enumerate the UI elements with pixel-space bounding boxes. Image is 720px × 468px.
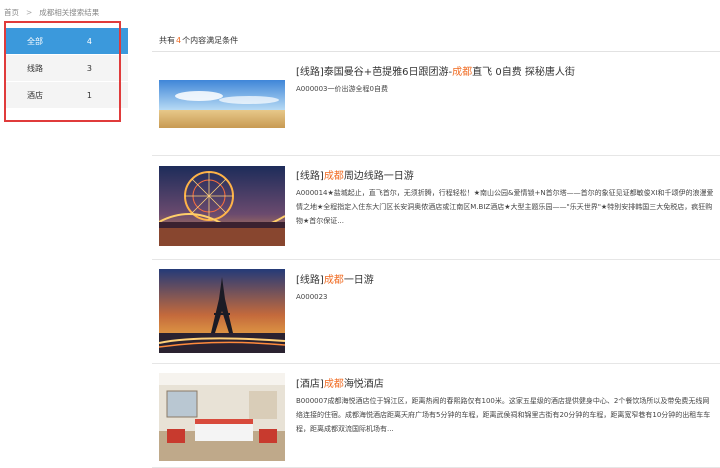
sidebar-item-count: 3 <box>86 63 92 73</box>
eiffel-tower-image-icon[interactable] <box>159 269 285 353</box>
result-title[interactable]: [线路]成都周边线路一日游 <box>296 167 414 182</box>
result-item[interactable]: [酒店]成都海悦酒店 B000007成都海悦酒店位于锦江区，距离热闹的春熙路仅有… <box>152 364 720 468</box>
result-title[interactable]: [线路]泰国曼谷+芭提雅6日跟团游-成都直飞 0自费 探秘唐人街 <box>296 63 575 78</box>
title-prefix: [线路]泰国曼谷+芭提雅6日跟团游- <box>296 67 453 78</box>
sidebar-item-label: 全部 <box>27 36 43 46</box>
title-keyword: 成都 <box>452 67 473 78</box>
hotel-room-image-icon[interactable] <box>159 373 285 461</box>
breadcrumb: 首页 > 成都相关搜索结果 <box>4 7 99 18</box>
category-sidebar: 全部 4 线路 3 酒店 1 <box>6 28 128 109</box>
title-suffix: 直飞 0自费 探秘唐人街 <box>472 67 575 78</box>
sidebar-item-hotel[interactable]: 酒店 1 <box>6 82 128 109</box>
title-prefix: [线路] <box>296 171 324 182</box>
summary-suffix: 个内容满足条件 <box>182 36 239 45</box>
result-title[interactable]: [酒店]成都海悦酒店 <box>296 375 384 390</box>
sidebar-item-label: 线路 <box>27 63 43 73</box>
result-item[interactable]: [线路]成都周边线路一日游 A000014★盐城起止，直飞首尔，无须折腾，行程轻… <box>152 156 720 260</box>
search-results: 共有4个内容满足条件 [线路]泰国曼谷+芭提雅6日跟团游-成都直飞 0自费 探秘… <box>152 26 720 468</box>
title-prefix: [线路] <box>296 275 324 286</box>
ferris-wheel-image-icon[interactable] <box>159 166 285 246</box>
breadcrumb-separator: > <box>26 8 33 17</box>
results-count: 4 <box>176 36 182 45</box>
results-summary: 共有4个内容满足条件 <box>152 26 720 52</box>
result-title[interactable]: [线路]成都一日游 <box>296 271 374 286</box>
summary-prefix: 共有 <box>159 36 175 45</box>
title-suffix: 周边线路一日游 <box>343 171 414 182</box>
beach-image-icon[interactable] <box>159 80 285 128</box>
result-item[interactable]: [线路]成都一日游 A000023 <box>152 260 720 364</box>
title-keyword: 成都 <box>323 379 344 390</box>
title-keyword: 成都 <box>323 275 344 286</box>
breadcrumb-home-link[interactable]: 首页 <box>4 8 19 17</box>
breadcrumb-current: 成都相关搜索结果 <box>39 8 100 17</box>
result-description: A000014★盐城起止，直飞首尔，无须折腾，行程轻松！★南山公园&爱情锁+N首… <box>296 189 714 225</box>
result-item[interactable]: [线路]泰国曼谷+芭提雅6日跟团游-成都直飞 0自费 探秘唐人街 A000003… <box>152 52 720 156</box>
result-description: A000023 <box>296 293 328 301</box>
title-keyword: 成都 <box>323 171 344 182</box>
title-prefix: [酒店] <box>296 379 324 390</box>
title-suffix: 海悦酒店 <box>343 379 384 390</box>
sidebar-item-all[interactable]: 全部 4 <box>6 28 128 55</box>
sidebar-item-count: 4 <box>86 36 92 46</box>
result-description: A000003一价出游全程0自费 <box>296 85 388 93</box>
sidebar-item-count: 1 <box>86 90 92 100</box>
sidebar-item-label: 酒店 <box>27 90 43 100</box>
title-suffix: 一日游 <box>343 275 374 286</box>
result-description: B000007成都海悦酒店位于锦江区，距离热闹的春熙路仅有100米。这家五星级的… <box>296 397 711 433</box>
sidebar-item-route[interactable]: 线路 3 <box>6 55 128 82</box>
